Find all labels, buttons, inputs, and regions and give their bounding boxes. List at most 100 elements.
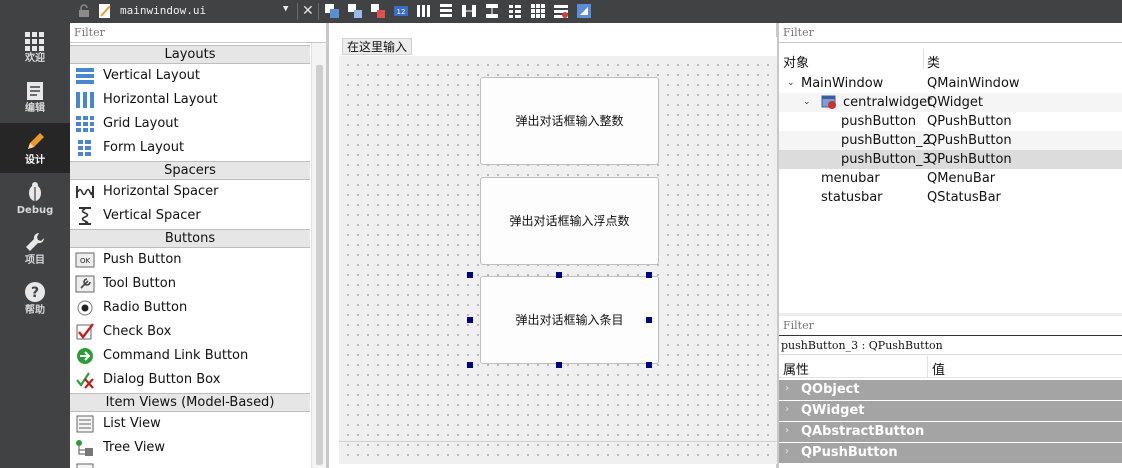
document-icon <box>27 82 43 100</box>
tree-row-pushbutton-3[interactable]: pushButton_3 QPushButton <box>779 150 1122 169</box>
resize-handle[interactable] <box>467 272 473 278</box>
header-class[interactable]: 类 <box>927 52 940 71</box>
widget-check-box[interactable]: Check Box <box>70 320 310 344</box>
qt-designer-window: 欢迎 编辑 设计 Debug 项目 ? 帮助 mainwindow.ui ▼ ✕… <box>0 0 1122 468</box>
mode-label: 编辑 <box>25 103 45 114</box>
form-layout-icon <box>78 140 91 156</box>
mode-label: 帮助 <box>25 305 45 316</box>
tree-row-menubar[interactable]: menubar QMenuBar <box>779 169 1122 188</box>
layout-form-icon[interactable] <box>507 3 523 19</box>
list-view-icon <box>76 415 94 433</box>
horizontal-spacer-icon <box>76 186 94 198</box>
mode-help[interactable]: ? 帮助 <box>0 273 70 323</box>
widget-vertical-layout[interactable]: Vertical Layout <box>70 64 310 88</box>
layout-grid-icon[interactable] <box>530 3 546 19</box>
pencil-icon <box>28 133 44 149</box>
menu-type-here[interactable]: 在这里输入 <box>342 38 413 55</box>
expand-arrow-icon[interactable]: ⌄ <box>803 97 811 107</box>
push-button-item[interactable]: 弹出对话框输入条目 <box>480 276 659 364</box>
mode-welcome[interactable]: 欢迎 <box>0 23 70 73</box>
header-property[interactable]: 属性 <box>783 359 809 378</box>
header-object[interactable]: 对象 <box>783 52 809 71</box>
mode-design[interactable]: 设计 <box>0 123 70 173</box>
resize-handle[interactable] <box>556 362 562 368</box>
category-layouts[interactable]: Layouts <box>70 45 310 64</box>
widget-list-view[interactable]: List View <box>70 412 310 436</box>
push-button-int[interactable]: 弹出对话框输入整数 <box>480 77 659 165</box>
vertical-layout-icon <box>76 68 94 84</box>
push-button-icon: OK <box>75 252 95 268</box>
edit-widgets-icon[interactable] <box>324 3 340 19</box>
category-spacers[interactable]: Spacers <box>70 161 310 180</box>
adjust-size-icon[interactable] <box>576 3 592 19</box>
resize-handle[interactable] <box>556 272 562 278</box>
tree-row-pushbutton-2[interactable]: pushButton_2 QPushButton <box>779 131 1122 150</box>
mode-debug[interactable]: Debug <box>0 173 70 223</box>
layout-horizontal-icon[interactable] <box>416 3 432 19</box>
layout-splitter-v-icon[interactable] <box>484 3 500 19</box>
edit-buddies-icon[interactable] <box>370 3 386 19</box>
toolbar-separator <box>318 3 319 20</box>
mode-projects[interactable]: 项目 <box>0 223 70 273</box>
vertical-spacer-icon <box>79 207 91 225</box>
layout-splitter-h-icon[interactable] <box>461 3 477 19</box>
tree-row-pushbutton[interactable]: pushButton QPushButton <box>779 112 1122 131</box>
widget-tool-button[interactable]: Tool Button <box>70 272 310 296</box>
file-edit-icon <box>99 4 111 18</box>
mode-edit[interactable]: 编辑 <box>0 73 70 123</box>
resize-handle[interactable] <box>646 317 652 323</box>
top-toolbar: mainwindow.ui ▼ ✕ 12 <box>70 0 1122 23</box>
category-item-views[interactable]: Item Views (Model-Based) <box>70 393 310 412</box>
widget-horizontal-spacer[interactable]: Horizontal Spacer <box>70 180 310 204</box>
resize-handle[interactable] <box>646 362 652 368</box>
column-divider[interactable] <box>923 49 924 69</box>
widget-dialog-button-box[interactable]: Dialog Button Box <box>70 368 310 392</box>
widget-grid-layout[interactable]: Grid Layout <box>70 112 310 136</box>
push-button-double[interactable]: 弹出对话框输入浮点数 <box>480 177 659 265</box>
property-editor: Filter pushButton_3 : QPushButton 属性 值 ›… <box>779 316 1122 468</box>
property-group-qabstractbutton[interactable]: › QAbstractButton <box>779 422 1122 442</box>
form-canvas[interactable]: 弹出对话框输入整数 弹出对话框输入浮点数 弹出对话框输入条目 <box>339 56 777 464</box>
widget-push-button[interactable]: OK Push Button <box>70 248 310 272</box>
widget-box-scrollbar[interactable] <box>311 43 326 468</box>
header-value[interactable]: 值 <box>932 359 945 378</box>
dialog-button-box-icon <box>76 372 94 389</box>
widget-horizontal-layout[interactable]: Horizontal Layout <box>70 88 310 112</box>
command-link-icon <box>77 348 93 364</box>
form-menubar: 在这里输入 <box>339 37 777 56</box>
tree-row-mainwindow[interactable]: ⌄ MainWindow QMainWindow <box>779 74 1122 93</box>
resize-handle[interactable] <box>467 317 473 323</box>
scrollbar-thumb[interactable] <box>316 65 323 465</box>
widget-vertical-spacer[interactable]: Vertical Spacer <box>70 204 310 228</box>
widget-command-link-button[interactable]: Command Link Button <box>70 344 310 368</box>
widget-filter-input[interactable]: Filter <box>70 23 326 43</box>
property-group-qpushbutton[interactable]: › QPushButton <box>779 443 1122 463</box>
category-buttons[interactable]: Buttons <box>70 229 310 248</box>
expand-arrow-icon[interactable]: ⌄ <box>787 78 795 88</box>
edit-tab-order-icon[interactable]: 12 <box>393 3 409 19</box>
toolbar-separator <box>297 3 298 20</box>
open-documents-combo[interactable]: mainwindow.ui ▼ <box>70 0 296 23</box>
column-divider[interactable] <box>927 356 928 378</box>
mode-label: 欢迎 <box>25 53 45 64</box>
close-document-button[interactable]: ✕ <box>302 3 314 19</box>
layout-vertical-icon[interactable] <box>438 3 454 19</box>
break-layout-icon[interactable] <box>553 3 569 19</box>
resize-handle[interactable] <box>467 362 473 368</box>
object-filter-input[interactable]: Filter <box>779 23 1122 43</box>
resize-handle[interactable] <box>646 272 652 278</box>
property-filter-input[interactable]: Filter <box>779 316 1122 336</box>
property-table-header: 属性 值 <box>779 356 1122 378</box>
lock-icon <box>79 4 89 17</box>
widget-tree-view[interactable]: Tree View <box>70 436 310 460</box>
chevron-right-icon: › <box>785 446 790 457</box>
edit-signals-icon[interactable] <box>347 3 363 19</box>
table-view-icon <box>76 463 94 468</box>
tree-row-statusbar[interactable]: statusbar QStatusBar <box>779 188 1122 207</box>
property-group-qwidget[interactable]: › QWidget <box>779 401 1122 421</box>
tree-row-centralwidget[interactable]: ⌄ centralwidget QWidget <box>779 93 1122 112</box>
widget-radio-button[interactable]: Radio Button <box>70 296 310 320</box>
property-group-qobject[interactable]: › QObject <box>779 380 1122 400</box>
widget-form-layout[interactable]: Form Layout <box>70 136 310 160</box>
bug-icon <box>29 182 41 201</box>
